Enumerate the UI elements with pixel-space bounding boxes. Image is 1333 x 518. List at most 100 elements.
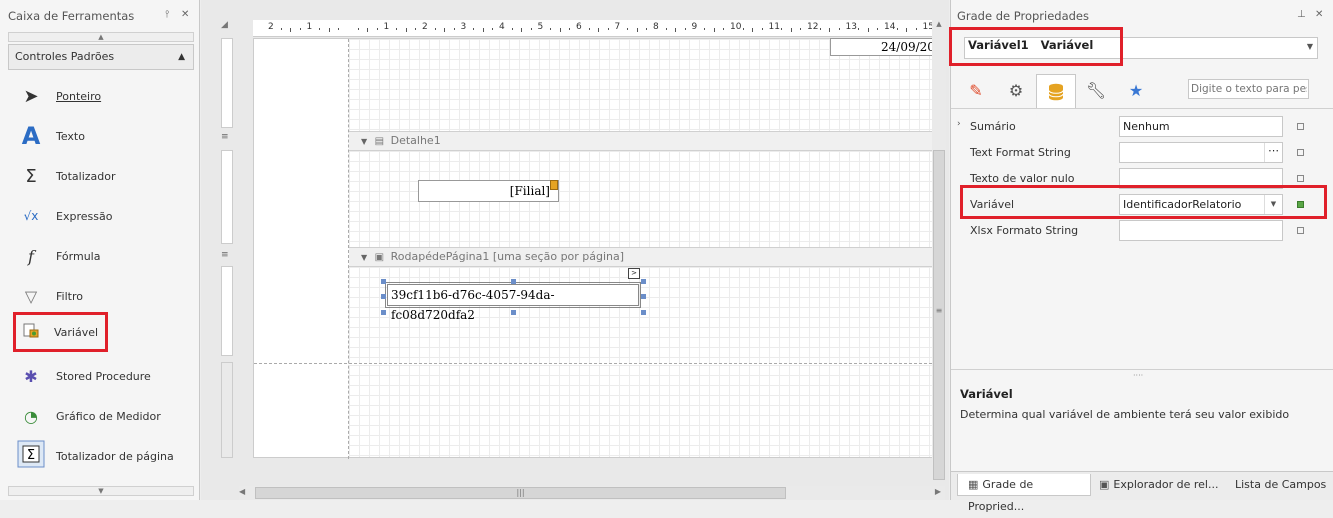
- page-total-icon: Σ: [14, 439, 48, 473]
- vertical-scrollbar[interactable]: ▲ ≡: [932, 20, 946, 480]
- ruler-tick-mark: [829, 28, 831, 32]
- bottom-margin-band: [349, 365, 932, 457]
- property-search-field[interactable]: [1189, 80, 1307, 98]
- ruler-tick-mark: [511, 28, 513, 30]
- ruler-tick-mark: [636, 28, 638, 32]
- toolbox-item-filter[interactable]: ▽ Filtro: [14, 276, 196, 316]
- tab-property-grid[interactable]: ▦ Grade de Propried...: [957, 474, 1091, 513]
- splitter-grip-icon[interactable]: ····: [1133, 371, 1143, 380]
- reset-marker-icon[interactable]: [1297, 148, 1304, 156]
- group-header-label: Controles Padrões: [15, 50, 115, 63]
- detail-band-header[interactable]: ▼ ▤ Detalhe1: [349, 131, 932, 151]
- vertical-ruler-footer: [221, 266, 233, 356]
- variable-control[interactable]: 39cf11b6-d76c-4057-94da-fc08d720dfa2: [385, 282, 641, 322]
- smart-tag-button[interactable]: >: [628, 268, 640, 279]
- data-tab-icon[interactable]: [1036, 74, 1076, 109]
- bottom-margin-line: [254, 363, 932, 364]
- reset-marker-icon[interactable]: [1297, 122, 1304, 130]
- collapse-icon[interactable]: ▼: [361, 137, 367, 146]
- group-header-standard-controls[interactable]: Controles Padrões ▲: [8, 44, 194, 70]
- resize-handle[interactable]: [641, 310, 646, 315]
- date-field[interactable]: 24/09/202: [830, 38, 934, 56]
- ruler-tick-label: 14: [884, 22, 896, 32]
- star-icon[interactable]: ★: [1116, 74, 1156, 106]
- page-footer-band-header[interactable]: ▼ ▣ RodapédePágina1 [uma seção por págin…: [349, 247, 932, 267]
- collapse-icon[interactable]: ▼: [361, 253, 367, 262]
- resize-handle[interactable]: [381, 310, 386, 315]
- ruler-tick-mark: [492, 28, 494, 30]
- close-icon[interactable]: ✕: [181, 9, 189, 20]
- scroll-up-button[interactable]: ▲: [8, 32, 194, 42]
- property-row-xlsx-format[interactable]: Xlsx Formato String: [951, 217, 1333, 243]
- toolbox-item-summary[interactable]: Σ Totalizador: [14, 156, 196, 196]
- toolbox-item-label: Fórmula: [56, 249, 101, 263]
- band-grip-icon[interactable]: ≡: [221, 250, 229, 260]
- report-designer: ◢ 21123456789101112131415 ≡ ≡ 24/09/202 …: [201, 0, 956, 500]
- pin-icon[interactable]: ⫯: [165, 9, 169, 20]
- toolbox-item-label: Variável: [54, 325, 99, 339]
- smart-tag-icon[interactable]: [550, 180, 558, 190]
- ruler-tick-label: 2: [422, 22, 428, 32]
- property-row-summary[interactable]: › Sumário Nenhum: [951, 113, 1333, 139]
- ellipsis-button[interactable]: ⋯: [1264, 142, 1282, 162]
- band-grip-icon[interactable]: ≡: [221, 132, 229, 142]
- ruler-tick-mark: [761, 28, 763, 30]
- property-value[interactable]: [1119, 219, 1283, 241]
- toolbox-item-stored-procedure[interactable]: ✱ Stored Procedure: [14, 356, 196, 396]
- ruler-tick-mark: [559, 28, 561, 32]
- ruler-tick-mark: [646, 28, 648, 30]
- ruler-tick-label: 10: [730, 22, 742, 32]
- chevron-up-icon: ▲: [178, 52, 185, 62]
- toolbox-item-label: Stored Procedure: [56, 369, 151, 383]
- toolbox-item-pointer[interactable]: ➤ Ponteiro: [14, 76, 196, 116]
- ruler-corner-icon: ◢: [221, 20, 228, 30]
- horizontal-scrollbar[interactable]: ◀ ||| ▶: [239, 486, 945, 500]
- toolbox-item-expression[interactable]: √x Expressão: [14, 196, 196, 236]
- close-icon[interactable]: ✕: [1315, 9, 1323, 20]
- property-row-text-format[interactable]: Text Format String ⋯: [951, 139, 1333, 165]
- tab-field-list[interactable]: Lista de Campos: [1235, 474, 1331, 496]
- expand-icon[interactable]: ›: [957, 119, 961, 129]
- wrench-icon[interactable]: 🔧︎: [1076, 74, 1116, 106]
- property-search-input[interactable]: [1188, 79, 1309, 99]
- splitter[interactable]: [951, 369, 1333, 370]
- property-value[interactable]: Nenhum: [1119, 115, 1283, 137]
- scroll-down-button[interactable]: ▼: [8, 486, 194, 496]
- pin-icon[interactable]: ⊥: [1297, 9, 1306, 20]
- scroll-left-arrow[interactable]: ◀: [239, 487, 245, 496]
- gear-icon[interactable]: ⚙: [996, 74, 1036, 106]
- toolbox-item-text[interactable]: A Texto: [14, 116, 196, 156]
- reset-marker-icon[interactable]: [1297, 226, 1304, 234]
- resize-handle[interactable]: [381, 294, 386, 299]
- scroll-right-arrow[interactable]: ▶: [935, 487, 941, 496]
- filial-field[interactable]: [Filial]: [418, 180, 559, 202]
- toolbox-item-label: Expressão: [56, 209, 113, 223]
- toolbox-item-formula[interactable]: f Fórmula: [14, 236, 196, 276]
- explorer-icon: ▣: [1099, 478, 1110, 491]
- toolbox-item-page-total[interactable]: Σ Totalizador de página: [14, 436, 196, 476]
- resize-handle[interactable]: [641, 294, 646, 299]
- band-title: RodapédePágina1 [uma seção por página]: [390, 250, 625, 263]
- toolbox-item-gauge[interactable]: ◔ Gráfico de Medidor: [14, 396, 196, 436]
- scroll-thumb[interactable]: ≡: [933, 150, 945, 480]
- reset-marker-icon[interactable]: [1297, 174, 1304, 182]
- resize-handle[interactable]: [641, 279, 646, 284]
- ruler-tick-label: 3: [460, 22, 467, 32]
- resize-handle[interactable]: [511, 310, 516, 315]
- toolbox-item-variable[interactable]: Variável: [13, 312, 108, 352]
- tab-report-explorer[interactable]: ▣ Explorador de rel...: [1099, 474, 1229, 496]
- tab-label: Lista de Campos: [1235, 478, 1327, 491]
- appearance-tab-icon[interactable]: ✎: [956, 74, 996, 106]
- scroll-up-arrow[interactable]: ▲: [932, 20, 946, 28]
- resize-handle[interactable]: [381, 279, 386, 284]
- ruler-tick-mark: [367, 28, 369, 32]
- scroll-thumb[interactable]: |||: [255, 487, 786, 499]
- property-value[interactable]: ⋯: [1119, 141, 1283, 163]
- object-selector-value[interactable]: Variável1 Variável: [949, 27, 1123, 66]
- pointer-icon: ➤: [23, 85, 39, 107]
- report-page[interactable]: 24/09/202 ▼ ▤ Detalhe1 [Filial] ▼ ▣ Roda…: [253, 38, 934, 459]
- ruler-tick-label: 1: [306, 22, 313, 32]
- vertical-ruler-detail: [221, 150, 233, 244]
- ruler-tick-mark: [569, 28, 571, 30]
- resize-handle[interactable]: [511, 279, 516, 284]
